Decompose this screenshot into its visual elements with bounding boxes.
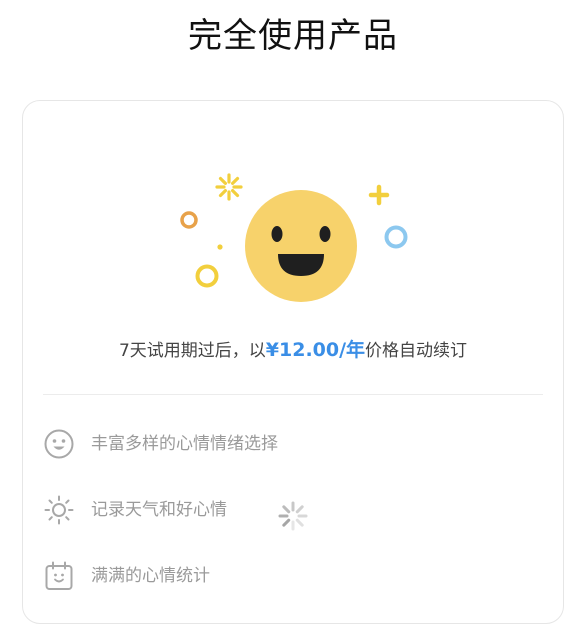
- smiley-face-icon: [44, 429, 74, 459]
- feature-label: 记录天气和好心情: [91, 500, 227, 520]
- renewal-suffix: 价格自动续订: [365, 341, 468, 361]
- feature-item-emotions: 丰富多样的心情情绪选择: [43, 427, 278, 461]
- renewal-prefix: 7天试用期过后，以: [118, 341, 266, 361]
- feature-item-statistics: 满满的心情统计: [43, 559, 210, 593]
- sun-icon: [44, 495, 74, 525]
- blue-ring-decoration: [384, 225, 408, 249]
- yellow-ring-decoration: [195, 264, 219, 288]
- feature-label: 满满的心情统计: [91, 566, 210, 586]
- renewal-notice: 7天试用期过后，以¥12.00/年价格自动续订: [23, 337, 563, 364]
- subscription-card: 7天试用期过后，以¥12.00/年价格自动续订 丰富多样的心情情绪选择 记录天气…: [22, 100, 564, 624]
- page-title: 完全使用产品: [188, 16, 398, 56]
- calendar-icon: [45, 561, 73, 590]
- sparkle-icon: [215, 173, 243, 201]
- smiley-face: [245, 190, 357, 302]
- divider: [43, 394, 543, 395]
- feature-item-weather: 记录天气和好心情: [43, 493, 227, 527]
- dot-decoration: [217, 244, 223, 250]
- plus-decoration: [368, 184, 390, 206]
- orange-ring-decoration: [180, 211, 198, 229]
- loading-spinner-icon: [278, 501, 308, 531]
- feature-label: 丰富多样的心情情绪选择: [91, 434, 278, 454]
- renewal-price: ¥12.00/年: [265, 339, 366, 361]
- happy-face-illustration: [180, 173, 408, 302]
